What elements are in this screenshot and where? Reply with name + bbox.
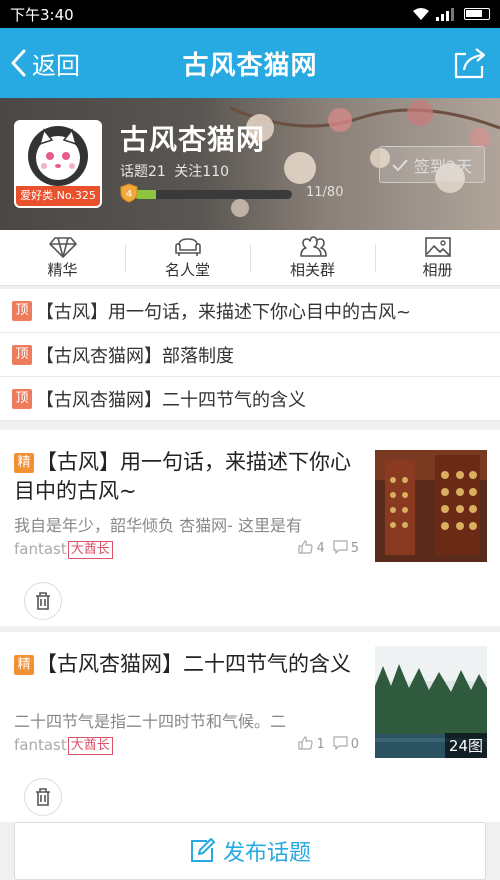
post-stats: 4 5 [298,540,359,556]
comment-count-value: 5 [350,541,359,556]
status-bar: 下午3:40 [0,0,500,28]
tab-related-groups[interactable]: 相关群 [250,230,375,285]
comment-count[interactable]: 5 [333,540,359,556]
back-label: 返回 [32,51,80,80]
wifi-icon [413,8,429,20]
topics-count: 话题21 [120,164,166,180]
tab-essence-label: 精华 [47,260,78,279]
essence-tag: 精 [14,655,34,675]
trash-icon [36,788,50,806]
post-title: 精【古风】用一句话，来描述下你心目中的古风~ [14,448,359,506]
post-meta: fantast 大酋长 1 0 [14,736,359,756]
publish-label: 发布话题 [222,841,311,866]
pinned-title: 【古风】用一句话，来描述下你心目中的古风~ [36,301,412,323]
pinned-item[interactable]: 顶 【古风杏猫网】二十四节气的含义 [0,377,500,421]
pin-tag: 顶 [12,300,32,321]
follow-count: 关注110 [174,164,230,180]
tab-related-groups-label: 相关群 [289,260,335,279]
post-card[interactable]: 精【古风杏猫网】二十四节气的含义 二十四节气是指二十四时节和气候。二 fanta… [0,632,500,822]
trash-icon [36,592,50,610]
like-count[interactable]: 1 [298,736,325,752]
pinned-title: 【古风杏猫网】部落制度 [36,345,234,367]
tab-essence[interactable]: 精华 [0,230,125,285]
battery-icon [464,8,490,20]
nav-bar: 返回 古风杏猫网 [0,28,500,98]
publish-topic-button[interactable]: 发布话题 [14,822,486,880]
post-excerpt: 我自是年少，韶华倾负 杏猫网- 这里是有 [14,516,302,535]
image-count-badge: 24图 [444,733,487,758]
author-badge: 大酋长 [67,737,113,755]
sofa-icon [174,237,201,256]
post-title: 精【古风杏猫网】二十四节气的含义 [14,650,359,679]
post-thumbnail: 24图 [375,646,487,758]
post-stats: 1 0 [298,736,359,752]
tab-hall-of-fame-label: 名人堂 [164,260,210,279]
like-count-value: 4 [316,541,325,556]
delete-button[interactable] [24,582,62,620]
tribe-name: 古风杏猫网 [120,123,266,156]
author-badge: 大酋长 [67,541,113,559]
comment-icon [333,540,348,555]
edit-icon [190,838,215,862]
post-author: fantast [14,540,67,558]
signal-icon [436,8,454,21]
comment-count[interactable]: 0 [333,736,359,752]
share-icon[interactable] [452,46,488,80]
cat-logo-icon [28,126,88,186]
tribe-tabs: 精华 名人堂 相关群 相册 [0,230,500,286]
post-title-text: 【古风】用一句话，来描述下你心目中的古风~ [14,450,351,503]
check-icon [392,158,408,171]
level-shield-icon: 4 [120,183,138,203]
level-progress: 4 11/80 [120,183,344,205]
back-button[interactable]: 返回 [8,28,80,98]
pin-tag: 顶 [12,344,32,365]
diamond-icon [48,236,77,258]
photo-icon [424,236,451,257]
essence-tag: 精 [14,453,34,473]
pin-tag: 顶 [12,388,32,409]
like-count-value: 1 [316,737,325,752]
checkin-label: 签到2天 [413,156,473,176]
comment-count-value: 0 [350,737,359,752]
post-card[interactable]: 精【古风】用一句话，来描述下你心目中的古风~ 我自是年少，韶华倾负 杏猫网- 这… [0,430,500,626]
status-icons [412,7,490,21]
post-author: fantast [14,736,67,754]
tab-hall-of-fame[interactable]: 名人堂 [125,230,250,285]
post-excerpt: 二十四节气是指二十四时节和气候。二 [14,712,287,731]
thumbs-up-icon [298,736,314,750]
level-count: 11/80 [306,185,344,200]
thumbs-up-icon [298,540,314,554]
comment-icon [333,736,348,751]
post-title-text: 【古风杏猫网】二十四节气的含义 [36,652,351,676]
pinned-list: 顶 【古风】用一句话，来描述下你心目中的古风~ 顶 【古风杏猫网】部落制度 顶 … [0,289,500,421]
status-time: 下午3:40 [10,5,74,24]
checkin-button[interactable]: 签到2天 [379,146,485,183]
tab-album-label: 相册 [422,260,453,279]
rank-badge: 爱好类.No.325 [16,186,100,206]
post-thumbnail [375,450,487,562]
tribe-avatar[interactable]: 爱好类.No.325 [14,120,102,208]
like-count[interactable]: 4 [298,540,325,556]
tab-album[interactable]: 相册 [375,230,500,285]
tribe-stats: 话题21 关注110 [120,161,233,181]
post-meta: fantast 大酋长 4 5 [14,540,359,560]
chevron-left-icon [11,49,26,77]
pinned-title: 【古风杏猫网】二十四节气的含义 [36,389,306,411]
group-icon [299,235,327,257]
delete-button[interactable] [24,778,62,816]
pinned-item[interactable]: 顶 【古风杏猫网】部落制度 [0,333,500,377]
level-number: 4 [126,189,132,200]
palace-door-image [375,450,487,562]
pinned-item[interactable]: 顶 【古风】用一句话，来描述下你心目中的古风~ [0,289,500,333]
level-bar [134,190,292,199]
